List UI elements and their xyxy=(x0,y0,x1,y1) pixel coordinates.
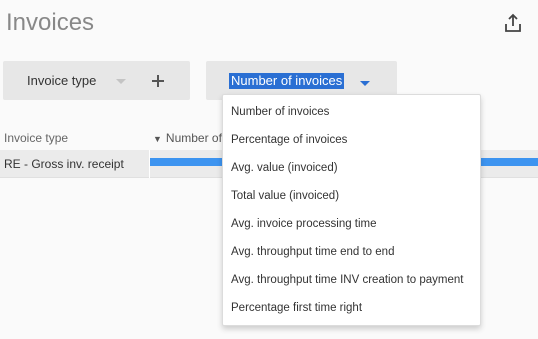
dropdown-item[interactable]: Avg. throughput time INV creation to pay… xyxy=(223,266,480,294)
kpi-label: Number of invoices xyxy=(229,73,345,89)
column-header-number-label: Number of xyxy=(165,131,222,145)
dropdown-item[interactable]: Number of invoices xyxy=(223,98,480,126)
column-header-invoice-type[interactable]: Invoice type xyxy=(4,131,68,145)
sort-desc-icon: ▼ xyxy=(153,134,162,144)
row-label: RE - Gross inv. receipt xyxy=(4,157,124,171)
dropdown-item[interactable]: Percentage first time right xyxy=(223,294,480,322)
export-button[interactable] xyxy=(502,12,524,34)
dropdown-item[interactable]: Total value (invoiced) xyxy=(223,182,480,210)
add-dimension-button[interactable] xyxy=(146,69,170,93)
caret-down-icon[interactable] xyxy=(360,81,370,86)
chevron-down-icon[interactable] xyxy=(116,79,126,84)
dropdown-item[interactable]: Percentage of invoices xyxy=(223,126,480,154)
plus-icon xyxy=(152,75,164,87)
kpi-dropdown-menu: Number of invoices Percentage of invoices… xyxy=(222,94,481,326)
dimension-selector[interactable]: Invoice type xyxy=(3,61,190,100)
dropdown-item[interactable]: Avg. throughput time end to end xyxy=(223,238,480,266)
dimension-label: Invoice type xyxy=(27,73,97,88)
dropdown-item[interactable]: Avg. value (invoiced) xyxy=(223,154,480,182)
share-export-icon xyxy=(505,13,521,32)
dropdown-item[interactable]: Avg. invoice processing time xyxy=(223,210,480,238)
column-header-number[interactable]: ▼ Number of xyxy=(153,131,222,145)
page-title: Invoices xyxy=(6,9,95,36)
